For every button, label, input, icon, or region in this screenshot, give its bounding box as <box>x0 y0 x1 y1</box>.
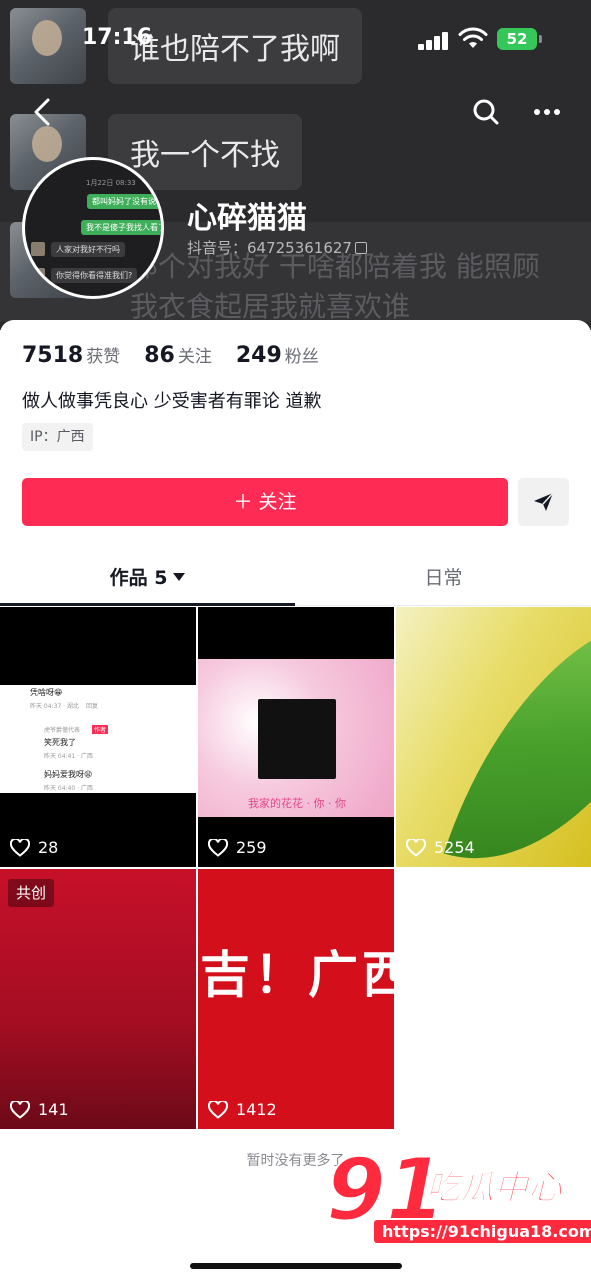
stat-label: 粉丝 <box>284 347 319 367</box>
follow-button[interactable]: ＋ 关注 <box>22 478 508 526</box>
like-count: 28 <box>10 838 58 857</box>
ip-location-tag: IP：广西 <box>22 423 93 451</box>
cellular-signal-icon <box>418 30 450 50</box>
stat-likes[interactable]: 7518 获赞 <box>22 342 120 368</box>
avatar-chat-line: 人家对我好不行吗 <box>51 242 125 257</box>
profile-bio: 做人做事凭良心 少受害者有罪论 道歉 <box>22 391 322 412</box>
video-thumbnail[interactable]: 凭啥呀😁 昨天 04:37 · 湖北 回复 虎爷爵億代表 作者 笑死我了 昨天 … <box>0 607 196 867</box>
home-indicator[interactable] <box>190 1263 402 1269</box>
douyin-id[interactable]: 抖音号：64725361627 <box>187 237 367 258</box>
watermark-url: https://91chigua18.com <box>374 1220 591 1243</box>
comment-text: 妈妈爱我呀😫 <box>44 770 93 779</box>
comment-author: 虎爷爵億代表 <box>44 727 81 734</box>
tab-works-label: 作品 5 <box>109 567 168 589</box>
wifi-icon <box>458 27 488 48</box>
avatar-chat-thumb <box>31 242 45 256</box>
stat-following[interactable]: 86 关注 <box>144 342 212 368</box>
search-icon[interactable] <box>466 92 506 132</box>
content-tabs: 作品 5 日常 <box>0 560 591 606</box>
avatar-chat-date: 1月22日 08:33 <box>86 179 136 187</box>
avatar-chat-line: 你觉得你看得准我们? <box>51 268 138 283</box>
share-button[interactable] <box>518 478 569 526</box>
stat-value: 86 <box>144 343 175 368</box>
comment-meta: 昨天 04:37 · 湖北 <box>30 703 79 710</box>
stat-value: 249 <box>235 343 282 368</box>
like-count: 5254 <box>406 838 475 857</box>
like-count-value: 28 <box>38 838 59 857</box>
like-count-value: 1412 <box>236 1100 277 1119</box>
tab-daily[interactable]: 日常 <box>296 560 591 606</box>
comment-meta: 昨天 04:40 · 广西 <box>44 785 93 792</box>
copy-icon[interactable] <box>354 242 367 254</box>
chat-screenshot <box>258 699 336 779</box>
active-tab-indicator <box>0 603 295 606</box>
like-count: 1412 <box>208 1100 277 1119</box>
background-avatar-thumb <box>10 8 86 84</box>
like-count: 259 <box>208 838 267 857</box>
leaf-image <box>443 607 591 867</box>
profile-nickname: 心碎猫猫 <box>187 201 307 236</box>
stat-value: 7518 <box>22 343 84 368</box>
video-caption: 我家的花花 · 你 · 你 <box>248 797 346 810</box>
video-thumbnail[interactable]: 吉！广西村 1412 <box>198 869 394 1129</box>
status-time: 17:16 <box>82 25 153 50</box>
stat-label: 获赞 <box>86 347 121 367</box>
co-creation-tag: 共创 <box>8 879 55 907</box>
stat-followers[interactable]: 249 粉丝 <box>236 342 319 368</box>
avatar-chat-line: 都叫妈妈了没有说吗 <box>87 194 161 209</box>
comment-text: 笑死我了 <box>44 738 76 747</box>
profile-stats: 7518 获赞 86 关注 249 粉丝 <box>22 342 319 368</box>
comment-reply: 回复 <box>86 703 99 710</box>
like-count-value: 5254 <box>434 838 475 857</box>
video-thumbnail[interactable]: 共创 141 <box>0 869 196 1129</box>
caret-down-icon <box>173 573 186 581</box>
avatar-chat-line: 我不是傻子我找人看了 <box>81 220 161 235</box>
video-thumbnail[interactable]: 我家的花花 · 你 · 你 259 <box>198 607 394 867</box>
watermark-logo: 91 吃瓜中心 https://91chigua18.com <box>325 1139 591 1258</box>
battery-icon: 52 <box>497 28 542 50</box>
back-icon[interactable] <box>24 92 64 132</box>
douyin-id-text: 抖音号：64725361627 <box>187 239 352 257</box>
like-count-value: 259 <box>236 838 267 857</box>
comment-text: 凭啥呀😁 <box>30 688 63 697</box>
like-count-value: 141 <box>38 1100 69 1119</box>
background-faint-text: 我衣食起居我就喜欢谁 <box>130 290 411 323</box>
avatar-chat-thumb <box>31 268 45 282</box>
heart-icon <box>10 838 30 857</box>
heart-icon <box>10 1100 30 1119</box>
author-badge: 作者 <box>92 725 109 734</box>
more-icon[interactable] <box>527 92 567 132</box>
comment-meta: 昨天 04:41 · 广西 <box>44 753 93 760</box>
battery-level: 52 <box>506 30 528 48</box>
heart-icon <box>208 1100 228 1119</box>
pink-hearts-background: 我家的花花 · 你 · 你 <box>198 659 394 817</box>
video-title-overlay: 吉！广西村 <box>200 946 394 1004</box>
send-icon <box>534 492 554 511</box>
heart-icon <box>208 838 228 857</box>
heart-icon <box>406 838 426 857</box>
comment-screenshot: 凭啥呀😁 昨天 04:37 · 湖北 回复 虎爷爵億代表 作者 笑死我了 昨天 … <box>0 685 196 793</box>
video-thumbnail[interactable]: 5254 <box>396 607 591 867</box>
avatar[interactable]: 1月22日 08:33 都叫妈妈了没有说吗 我不是傻子我找人看了 人家对我好不行… <box>22 157 164 299</box>
like-count: 141 <box>10 1100 69 1119</box>
stat-label: 关注 <box>177 347 212 367</box>
profile-card: 7518 获赞 86 关注 249 粉丝 做人做事凭良心 少受害者有罪论 道歉 IP：… <box>0 320 591 1280</box>
watermark-name: 吃瓜中心 <box>426 1168 563 1209</box>
tab-works[interactable]: 作品 5 <box>0 560 295 606</box>
